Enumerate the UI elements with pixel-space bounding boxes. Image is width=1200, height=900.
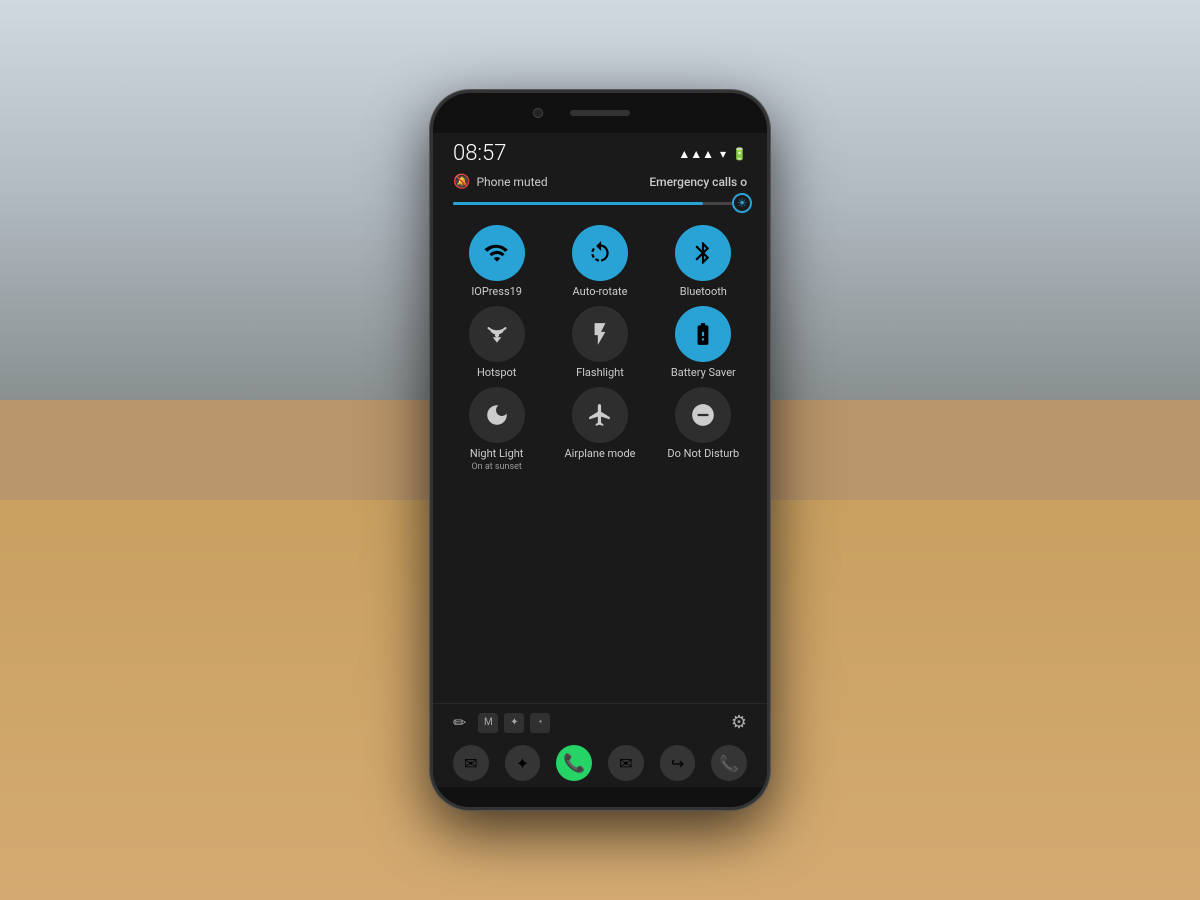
night-light-tile-sublabel: On at sunset	[471, 462, 521, 472]
brightness-thumb[interactable]	[732, 193, 752, 213]
dot-notif-icon: •	[530, 713, 550, 733]
tile-night-light[interactable]: Night Light On at sunset	[449, 387, 544, 471]
brightness-track[interactable]	[453, 202, 747, 205]
phone-camera	[533, 108, 543, 118]
battery-status-icon: 🔋	[732, 147, 747, 161]
wifi-status-icon: ▾	[720, 147, 726, 161]
dnd-tile-icon	[675, 387, 731, 443]
airplane-tile-icon	[572, 387, 628, 443]
battery-saver-tile-label: Battery Saver	[671, 366, 736, 379]
brightness-fill	[453, 202, 703, 205]
nav-apps-icon[interactable]: ✦	[505, 745, 541, 781]
cross-notif-icon: ✦	[504, 713, 524, 733]
phone-wrapper: 08:57 ▲▲▲ ▾ 🔋 🔕 Phone muted Emergency ca…	[430, 90, 770, 810]
tile-battery-saver[interactable]: Battery Saver	[656, 306, 751, 379]
qs-row-3: Night Light On at sunset Airplane mode	[449, 387, 751, 471]
nav-forward-icon[interactable]: ↪	[660, 745, 696, 781]
bottom-action-bar: ✏ M ✦ • ⚙	[433, 703, 767, 741]
emergency-label: Emergency calls o	[649, 175, 747, 189]
nav-whatsapp-icon[interactable]: 📞	[556, 745, 592, 781]
night-light-tile-label: Night Light	[470, 447, 524, 460]
dnd-tile-label: Do Not Disturb	[667, 447, 739, 460]
muted-label: Phone muted	[476, 175, 547, 189]
gmail-notif-icon: M	[478, 713, 498, 733]
edit-icon[interactable]: ✏	[453, 713, 466, 732]
hotspot-tile-icon	[469, 306, 525, 362]
night-light-tile-icon	[469, 387, 525, 443]
nav-phone-icon[interactable]: 📞	[711, 745, 747, 781]
qs-row-2: Hotspot Flashlight	[449, 306, 751, 379]
autorotate-tile-icon	[572, 225, 628, 281]
tile-bluetooth[interactable]: Bluetooth	[656, 225, 751, 298]
flashlight-tile-icon	[572, 306, 628, 362]
airplane-tile-label: Airplane mode	[564, 447, 635, 460]
quick-settings-panel: IOPress19 Auto-rotate	[433, 217, 767, 703]
clock: 08:57	[453, 141, 506, 166]
tile-airplane[interactable]: Airplane mode	[552, 387, 647, 471]
phone-speaker	[570, 110, 630, 116]
wifi-tile-label: IOPress19	[471, 285, 522, 298]
qs-row-1: IOPress19 Auto-rotate	[449, 225, 751, 298]
muted-icon: 🔕	[453, 174, 470, 190]
tile-wifi[interactable]: IOPress19	[449, 225, 544, 298]
nav-dock: ✉ ✦ 📞 ✉ ↪ 📞	[433, 741, 767, 787]
muted-indicator: 🔕 Phone muted	[453, 174, 548, 190]
tile-hotspot[interactable]: Hotspot	[449, 306, 544, 379]
phone-screen: 08:57 ▲▲▲ ▾ 🔋 🔕 Phone muted Emergency ca…	[433, 133, 767, 787]
tile-dnd[interactable]: Do Not Disturb	[656, 387, 751, 471]
brightness-bar[interactable]	[433, 198, 767, 217]
wifi-tile-icon	[469, 225, 525, 281]
status-bar: 08:57 ▲▲▲ ▾ 🔋	[433, 133, 767, 170]
status-icons: ▲▲▲ ▾ 🔋	[678, 147, 747, 161]
bottom-left-icons: ✏ M ✦ •	[453, 713, 550, 733]
nav-gmail-icon[interactable]: ✉	[453, 745, 489, 781]
tile-autorotate[interactable]: Auto-rotate	[552, 225, 647, 298]
phone-top-bar	[433, 93, 767, 133]
hotspot-tile-label: Hotspot	[477, 366, 516, 379]
nav-gmail2-icon[interactable]: ✉	[608, 745, 644, 781]
signal-icon: ▲▲▲	[678, 147, 714, 161]
battery-saver-tile-icon	[675, 306, 731, 362]
phone: 08:57 ▲▲▲ ▾ 🔋 🔕 Phone muted Emergency ca…	[430, 90, 770, 810]
notif-bar: 🔕 Phone muted Emergency calls o	[433, 170, 767, 198]
bottom-notif-icons: M ✦ •	[478, 713, 550, 733]
tile-flashlight[interactable]: Flashlight	[552, 306, 647, 379]
flashlight-tile-label: Flashlight	[576, 366, 624, 379]
bluetooth-tile-label: Bluetooth	[680, 285, 727, 298]
phone-bottom	[433, 787, 767, 807]
autorotate-tile-label: Auto-rotate	[573, 285, 628, 298]
bluetooth-tile-icon	[675, 225, 731, 281]
settings-gear-icon[interactable]: ⚙	[731, 712, 747, 733]
